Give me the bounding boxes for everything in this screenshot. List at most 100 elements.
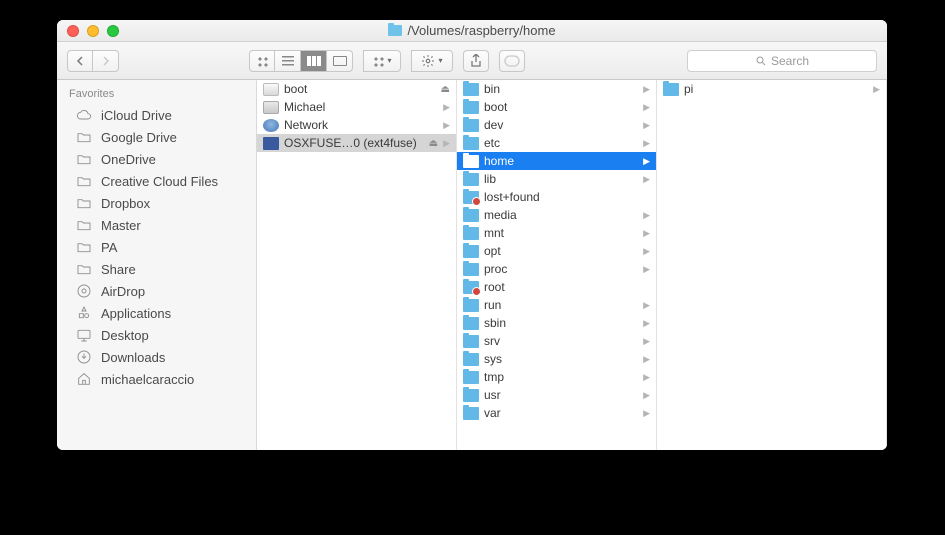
item-label: sys	[484, 352, 638, 366]
list-view-icon	[282, 56, 294, 66]
chevron-right-icon: ▶	[643, 84, 650, 95]
chevron-right-icon: ▶	[643, 372, 650, 383]
item-label: pi	[684, 82, 868, 96]
folder-icon	[463, 83, 479, 96]
item-label: mnt	[484, 226, 638, 240]
list-item[interactable]: sys▶	[457, 350, 656, 368]
eject-icon[interactable]: ⏏	[441, 84, 450, 95]
search-placeholder: Search	[771, 54, 809, 68]
view-columns-button[interactable]	[301, 50, 327, 72]
search-field[interactable]: Search	[687, 50, 877, 72]
list-item[interactable]: home ▶	[457, 152, 656, 170]
list-item[interactable]: srv▶	[457, 332, 656, 350]
list-item[interactable]: root	[457, 278, 656, 296]
list-item[interactable]: run▶	[457, 296, 656, 314]
folder-icon	[463, 317, 479, 330]
list-item[interactable]: OSXFUSE…0 (ext4fuse)⏏▶	[257, 134, 456, 152]
item-label: media	[484, 208, 638, 222]
close-button[interactable]	[67, 25, 79, 37]
hd-icon	[263, 101, 279, 114]
list-item[interactable]: media ▶	[457, 206, 656, 224]
item-label: dev	[484, 118, 638, 132]
chevron-right-icon: ▶	[443, 102, 450, 113]
item-label: home	[484, 154, 638, 168]
view-icons-button[interactable]	[249, 50, 275, 72]
eject-icon[interactable]: ⏏	[429, 138, 438, 149]
sidebar-item[interactable]: Google Drive	[57, 126, 256, 148]
sidebar-item[interactable]: OneDrive	[57, 148, 256, 170]
item-label: usr	[484, 388, 638, 402]
sidebar-item[interactable]: Desktop	[57, 324, 256, 346]
share-button[interactable]	[463, 50, 489, 72]
icons-view-icon	[256, 55, 268, 67]
column-1: boot⏏Michael▶Network▶OSXFUSE…0 (ext4fuse…	[257, 80, 457, 450]
view-list-button[interactable]	[275, 50, 301, 72]
column-3: pi▶	[657, 80, 887, 450]
list-item[interactable]: sbin▶	[457, 314, 656, 332]
list-item[interactable]: boot▶	[457, 98, 656, 116]
folder-o-icon	[75, 173, 93, 189]
folder-icon	[463, 155, 479, 168]
folder-icon	[463, 299, 479, 312]
folder-icon	[463, 389, 479, 402]
back-button[interactable]	[67, 50, 93, 72]
item-label: opt	[484, 244, 638, 258]
chevron-right-icon: ▶	[643, 408, 650, 419]
list-item[interactable]: tmp ▶	[457, 368, 656, 386]
sidebar-item[interactable]: Dropbox	[57, 192, 256, 214]
sidebar-item[interactable]: Downloads	[57, 346, 256, 368]
sidebar-item[interactable]: Creative Cloud Files	[57, 170, 256, 192]
desktop-icon	[75, 327, 93, 343]
tag-icon	[504, 55, 520, 67]
sidebar: Favorites iCloud DriveGoogle DriveOneDri…	[57, 80, 257, 450]
chevron-right-icon: ▶	[643, 156, 650, 167]
list-item[interactable]: dev ▶	[457, 116, 656, 134]
list-item[interactable]: var▶	[457, 404, 656, 422]
item-label: tmp	[484, 370, 638, 384]
sidebar-item-label: Share	[101, 262, 136, 277]
chevron-right-icon: ▶	[643, 210, 650, 221]
tags-button[interactable]	[499, 50, 525, 72]
list-item[interactable]: boot⏏	[257, 80, 456, 98]
list-item[interactable]: proc▶	[457, 260, 656, 278]
list-item[interactable]: opt▶	[457, 242, 656, 260]
list-item[interactable]: pi▶	[657, 80, 886, 98]
columns-view-icon	[307, 56, 321, 66]
chevron-right-icon: ▶	[643, 264, 650, 275]
sidebar-item[interactable]: Master	[57, 214, 256, 236]
chevron-right-icon: ▶	[643, 102, 650, 113]
list-item[interactable]: mnt▶	[457, 224, 656, 242]
sidebar-item[interactable]: Share	[57, 258, 256, 280]
gear-icon	[421, 54, 435, 68]
folder-o-icon	[75, 261, 93, 277]
folder-icon	[463, 263, 479, 276]
sidebar-item[interactable]: Applications	[57, 302, 256, 324]
item-label: lib	[484, 172, 638, 186]
minimize-button[interactable]	[87, 25, 99, 37]
list-item[interactable]: lib▶	[457, 170, 656, 188]
sidebar-item[interactable]: AirDrop	[57, 280, 256, 302]
airdrop-icon	[75, 283, 93, 299]
zoom-button[interactable]	[107, 25, 119, 37]
sidebar-item-label: Downloads	[101, 350, 165, 365]
sidebar-item[interactable]: PA	[57, 236, 256, 258]
list-item[interactable]: bin▶	[457, 80, 656, 98]
item-label: sbin	[484, 316, 638, 330]
view-coverflow-button[interactable]	[327, 50, 353, 72]
folder-icon	[663, 83, 679, 96]
list-item[interactable]: Network▶	[257, 116, 456, 134]
chevron-right-icon: ▶	[643, 120, 650, 131]
sidebar-item[interactable]: iCloud Drive	[57, 104, 256, 126]
list-item[interactable]: lost+found	[457, 188, 656, 206]
action-button[interactable]: ▾	[411, 50, 453, 72]
list-item[interactable]: etc▶	[457, 134, 656, 152]
forward-button[interactable]	[93, 50, 119, 72]
sidebar-item[interactable]: michaelcaraccio	[57, 368, 256, 390]
folder-icon	[463, 191, 479, 204]
column-2: bin▶boot▶dev▶etc▶home▶lib▶lost+foundmedi…	[457, 80, 657, 450]
list-item[interactable]: Michael▶	[257, 98, 456, 116]
arrange-button[interactable]: ▾	[363, 50, 401, 72]
list-item[interactable]: usr▶	[457, 386, 656, 404]
coverflow-view-icon	[333, 56, 347, 66]
columns-view: boot⏏Michael▶Network▶OSXFUSE…0 (ext4fuse…	[257, 80, 887, 450]
